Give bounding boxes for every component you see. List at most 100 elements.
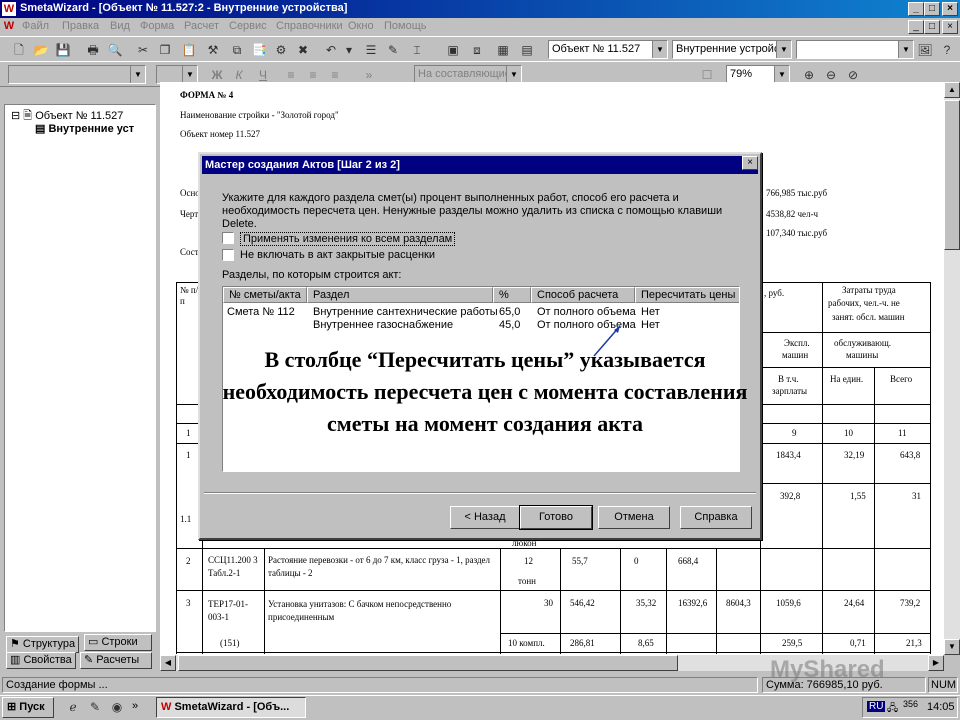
- undo-dropdown-icon[interactable]: ▾: [340, 41, 358, 59]
- back-button[interactable]: < Назад: [450, 506, 520, 529]
- doc-restore-button[interactable]: □: [924, 20, 940, 34]
- start-button[interactable]: ⊞ Пуск: [2, 697, 54, 718]
- menu-calc[interactable]: Расчет: [184, 20, 219, 32]
- help-icon[interactable]: ?: [938, 41, 956, 59]
- print-preview-icon[interactable]: 🔍: [106, 41, 124, 59]
- doc-label-1: Осно: [180, 188, 200, 198]
- row-2-section[interactable]: Внутреннее газоснабжение: [313, 319, 453, 331]
- row-1-method[interactable]: От полного объема: [537, 306, 636, 318]
- help-button[interactable]: Справка: [680, 506, 752, 529]
- scroll-up-icon[interactable]: ▲: [944, 82, 960, 98]
- exclude-closed-label[interactable]: Не включать в акт закрытые расценки: [240, 249, 435, 261]
- tree-child[interactable]: ▤ Внутренние уст: [35, 122, 134, 135]
- cancel-button[interactable]: Отмена: [598, 506, 670, 529]
- table-icon[interactable]: ▤: [518, 41, 536, 59]
- save-icon[interactable]: 💾: [54, 41, 72, 59]
- pen-icon[interactable]: ✎: [384, 41, 402, 59]
- col-header-percent[interactable]: %: [493, 287, 531, 303]
- print-icon[interactable]: 🖶: [84, 41, 102, 59]
- scroll-thumb[interactable]: [944, 100, 960, 250]
- row-1-estimate[interactable]: Смета № 112: [227, 306, 295, 318]
- col-header-recalc[interactable]: Пересчитать цены: [635, 287, 739, 303]
- insert-icon[interactable]: ⌶: [408, 41, 426, 59]
- apply-all-checkbox[interactable]: [222, 232, 234, 244]
- undo-icon[interactable]: ↶: [322, 41, 340, 59]
- font-combo[interactable]: ▼: [8, 65, 146, 84]
- window-icon[interactable]: ▣: [444, 41, 462, 59]
- language-indicator[interactable]: RU: [867, 701, 886, 712]
- tools-icon[interactable]: ⚙: [272, 41, 290, 59]
- menu-view[interactable]: Вид: [110, 20, 130, 32]
- section-combo[interactable]: Внутренние устройст ▼: [672, 40, 792, 59]
- scroll-right-icon[interactable]: ▶: [928, 655, 944, 671]
- menu-window[interactable]: Окно: [348, 20, 374, 32]
- ie-icon[interactable]: ℯ: [64, 698, 82, 716]
- row-1-percent[interactable]: 65,0: [499, 306, 520, 318]
- open-folder-icon[interactable]: 📂: [32, 41, 50, 59]
- dialog-title[interactable]: Мастер создания Актов [Шаг 2 из 2]: [202, 156, 758, 174]
- scroll-left-icon[interactable]: ◀: [160, 655, 176, 671]
- maximize-button[interactable]: □: [924, 2, 940, 16]
- doc-close-button[interactable]: ×: [942, 20, 958, 34]
- row-3-v1: 546,42: [570, 598, 595, 608]
- col-header-estimate[interactable]: № сметы/акта: [223, 287, 307, 303]
- hdr-expl: Экспл.: [784, 338, 810, 348]
- list-icon[interactable]: ☰: [362, 41, 380, 59]
- row-2-percent[interactable]: 45,0: [499, 319, 520, 331]
- apply-all-label[interactable]: Применять изменения ко всем разделам: [240, 232, 456, 246]
- row-1-recalc[interactable]: Нет: [641, 306, 660, 318]
- structure-tree[interactable]: ⊟ 🗎 Объект № 11.527 ▤ Внутренние уст: [4, 104, 156, 632]
- clock[interactable]: 14:05: [927, 701, 955, 713]
- new-file-icon[interactable]: 🗋: [10, 41, 28, 59]
- desktop-icon[interactable]: ◉: [108, 698, 126, 716]
- tab-structure[interactable]: ⚑ Структура: [6, 636, 80, 653]
- row-1-section[interactable]: Внутренние сантехнические работы: [313, 306, 498, 318]
- taskbar-smetawizard[interactable]: W SmetaWizard - [Объ...: [156, 697, 306, 718]
- split-icon[interactable]: ⧈: [468, 41, 486, 59]
- col-header-section[interactable]: Раздел: [307, 287, 493, 303]
- cut-icon[interactable]: ✂: [134, 41, 152, 59]
- copy-format-icon[interactable]: ⧉: [228, 41, 246, 59]
- tool-icon[interactable]: ✎: [86, 698, 104, 716]
- copy-icon[interactable]: ❐: [156, 41, 174, 59]
- clipboard-icon[interactable]: 📑: [250, 41, 268, 59]
- grid-icon[interactable]: ▦: [494, 41, 512, 59]
- menu-edit[interactable]: Правка: [62, 20, 99, 32]
- tab-rows[interactable]: ▭ Строки: [84, 634, 152, 651]
- done-button[interactable]: Готово: [519, 505, 593, 530]
- menu-service[interactable]: Сервис: [229, 20, 267, 32]
- quicklaunch-more-icon[interactable]: »: [132, 700, 138, 712]
- hscroll-thumb[interactable]: [178, 655, 678, 671]
- window-title-bar[interactable]: W SmetaWizard - [Объект № 11.527:2 - Вну…: [0, 0, 960, 18]
- delete-icon[interactable]: ✖: [294, 41, 312, 59]
- menu-reference[interactable]: Справочники: [276, 20, 343, 32]
- row-1b-b: 32,19: [844, 450, 865, 460]
- menu-file[interactable]: Файл: [22, 20, 49, 32]
- menu-help[interactable]: Помощь: [384, 20, 427, 32]
- extra-combo[interactable]: ▼: [796, 40, 914, 59]
- row-2-desc: Растояние перевозки - от 6 до 7 км, клас…: [268, 555, 491, 578]
- tray-number[interactable]: 356: [903, 699, 918, 709]
- minimize-button[interactable]: _: [908, 2, 924, 16]
- dialog-close-icon[interactable]: ×: [742, 156, 758, 170]
- row-2-recalc[interactable]: Нет: [641, 319, 660, 331]
- close-button[interactable]: ×: [942, 2, 958, 16]
- col-header-method[interactable]: Способ расчета: [531, 287, 635, 303]
- list-label: Разделы, по которым строится акт:: [222, 269, 402, 281]
- format-icon[interactable]: ⚒: [204, 41, 222, 59]
- row-1b-e: 1,55: [850, 491, 866, 501]
- row-2-unit: тонн: [518, 576, 536, 586]
- row-2-code: ССЦ11.200 3 Табл.2-1: [208, 555, 258, 578]
- object-combo[interactable]: Объект № 11.527 ▼: [548, 40, 668, 59]
- tab-properties[interactable]: ▥ Свойства: [6, 652, 76, 669]
- tab-calculations[interactable]: ✎ Расчеты: [80, 652, 152, 669]
- scroll-down-icon[interactable]: ▼: [944, 639, 960, 655]
- network-icon[interactable]: 🖧: [887, 701, 898, 718]
- vertical-scrollbar[interactable]: ▲ ▼: [944, 82, 960, 655]
- hdr-machine: машины: [846, 350, 879, 360]
- paste-icon[interactable]: 📋: [180, 41, 198, 59]
- image-icon[interactable]: 🖼: [916, 41, 934, 59]
- exclude-closed-checkbox[interactable]: [222, 249, 234, 261]
- menu-form[interactable]: Форма: [140, 20, 174, 32]
- doc-minimize-button[interactable]: _: [908, 20, 924, 34]
